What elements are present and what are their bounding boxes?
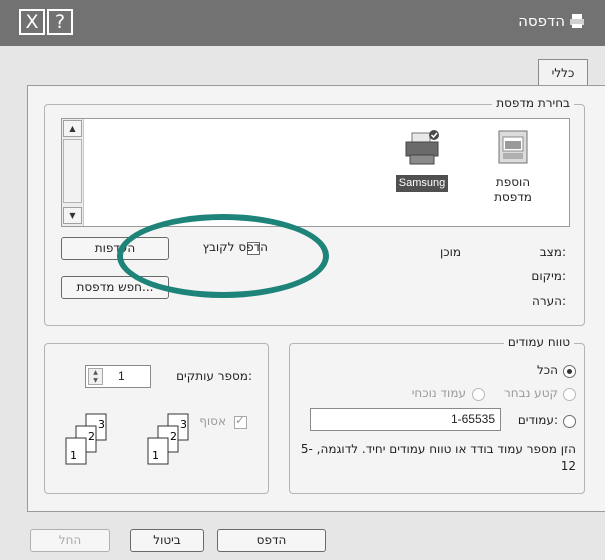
collate-number-1b: 1: [152, 449, 159, 462]
printer-icon: [405, 130, 439, 165]
scroll-thumb[interactable]: [63, 139, 82, 203]
comment-label: הערה:: [531, 294, 566, 308]
collate-pages-icon: 3 2 1: [65, 413, 107, 465]
current-page-radio[interactable]: [472, 388, 485, 401]
highlight-oval: [117, 214, 329, 298]
printer-select-label: בחירת מדפסת: [492, 96, 574, 110]
title-bar: X ? הדפסה: [0, 0, 605, 46]
samsung-printer-label: Samsung: [395, 175, 449, 192]
add-printer-label-1: הוספת: [495, 175, 531, 189]
tab-general[interactable]: כללי: [538, 59, 588, 87]
help-button[interactable]: ?: [47, 9, 73, 35]
collate-pages-icon: 3 2 1: [147, 413, 189, 465]
selection-label: קטע נבחר: [504, 386, 558, 400]
selection-radio[interactable]: [563, 388, 576, 401]
print-button[interactable]: הדפס: [217, 529, 326, 552]
status-value: מוכן: [440, 245, 462, 259]
pages-radio[interactable]: [563, 415, 576, 428]
copies-label: מספר עותקים:: [176, 369, 252, 383]
window-title: הדפסה: [518, 12, 565, 30]
collate-number-3b: 3: [180, 418, 187, 431]
scroll-down-button[interactable]: ▼: [63, 207, 82, 224]
collate-number-3a: 3: [98, 418, 105, 431]
samsung-printer-item[interactable]: Samsung: [387, 129, 457, 192]
printer-list-scrollbar[interactable]: ▲ ▼: [62, 119, 84, 226]
collate-label: אסוף: [199, 414, 226, 428]
printer-select-group: בחירת מדפסת ▲ ▼ הוספת מדפסת Samsung העדפ…: [44, 96, 585, 326]
all-pages-label: הכל: [536, 363, 558, 377]
close-button[interactable]: X: [19, 9, 45, 35]
stepper-arrows-icon[interactable]: ▲ ▼: [88, 368, 103, 385]
status-label: מצב:: [539, 245, 566, 259]
copies-value: 1: [118, 369, 125, 383]
add-printer-label-2: מדפסת: [494, 190, 532, 204]
page-range-label: טווח עמודים: [503, 335, 574, 349]
collate-number-2b: 2: [170, 430, 177, 443]
location-label: מיקום:: [531, 269, 566, 283]
copies-group: מספר עותקים: ▲▼ 1 אסוף 3 2 1 3 2: [44, 343, 269, 494]
pages-label: עמודים:: [517, 413, 558, 427]
current-page-label: עמוד נוכחי: [411, 386, 466, 400]
print-dialog: X ? הדפסה כללי בחירת מדפסת ▲ ▼ הוספת מדפ…: [0, 0, 605, 560]
add-printer-item[interactable]: הוספת מדפסת: [478, 129, 548, 205]
page-range-hint: הזן מספר עמוד בודד או טווח עמודים יחיד. …: [300, 442, 576, 473]
pages-input[interactable]: 1-65535: [310, 408, 501, 431]
general-panel: בחירת מדפסת ▲ ▼ הוספת מדפסת Samsung העדפ…: [27, 85, 605, 512]
scroll-up-button[interactable]: ▲: [63, 120, 82, 137]
cancel-button[interactable]: ביטול: [130, 529, 204, 552]
collate-checkbox[interactable]: [234, 413, 247, 429]
printer-list[interactable]: ▲ ▼ הוספת מדפסת Samsung: [61, 118, 570, 227]
page-range-group: טווח עמודים הכל קטע נבחר עמוד נוכחי עמוד…: [289, 335, 585, 494]
collate-number-1a: 1: [70, 449, 77, 462]
apply-button[interactable]: החל: [30, 529, 110, 552]
tab-strip: כללי: [14, 46, 605, 87]
add-printer-icon: [498, 130, 528, 164]
copies-stepper[interactable]: ▲ ▼ 1: [85, 365, 151, 388]
all-pages-radio[interactable]: [563, 365, 576, 378]
printer-title-icon: [570, 14, 584, 28]
collate-number-2a: 2: [88, 430, 95, 443]
